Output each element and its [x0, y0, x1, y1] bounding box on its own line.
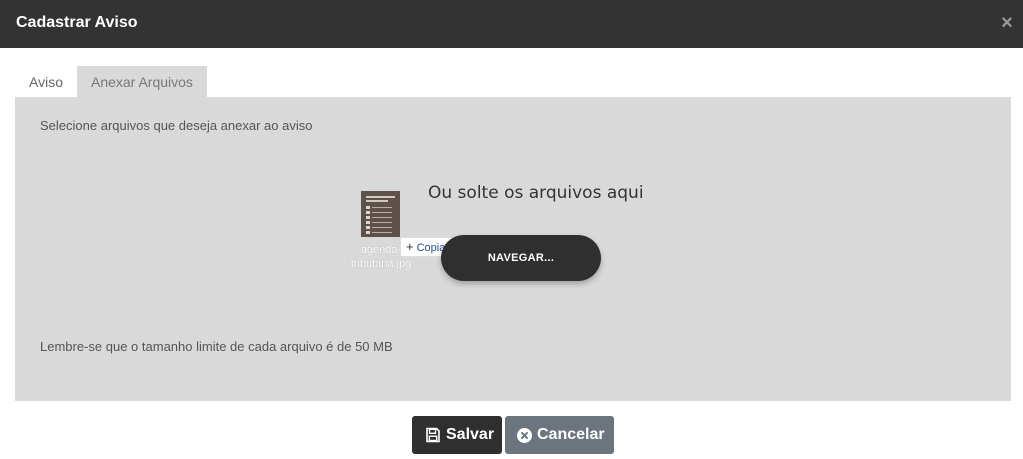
dragged-file-thumbnail — [361, 191, 400, 237]
close-icon[interactable]: × — [999, 13, 1015, 33]
cancel-button[interactable]: Cancelar — [505, 416, 614, 454]
attach-instruction: Selecione arquivos que deseja anexar ao … — [40, 118, 313, 133]
tab-aviso[interactable]: Aviso — [15, 66, 77, 97]
register-notice-modal: Cadastrar Aviso × Aviso Anexar Arquivos … — [0, 0, 1023, 459]
modal-header: Cadastrar Aviso × — [0, 0, 1023, 48]
save-button[interactable]: Salvar — [412, 416, 502, 454]
save-button-label: Salvar — [446, 426, 495, 443]
size-limit-note: Lembre-se que o tamanho limite de cada a… — [40, 339, 393, 354]
browse-button[interactable]: NAVEGAR... — [441, 235, 601, 281]
cancel-button-label: Cancelar — [537, 426, 605, 443]
tab-bar: Aviso Anexar Arquivos — [15, 66, 207, 97]
drop-zone-text: Ou solte os arquivos aqui — [428, 183, 644, 203]
tab-anexar-arquivos[interactable]: Anexar Arquivos — [76, 66, 207, 97]
cancel-circle-icon — [517, 427, 532, 443]
attach-files-panel[interactable]: Selecione arquivos que deseja anexar ao … — [15, 97, 1011, 401]
modal-title: Cadastrar Aviso — [16, 14, 138, 31]
floppy-disk-icon — [426, 427, 440, 443]
plus-icon: + — [406, 239, 414, 254]
